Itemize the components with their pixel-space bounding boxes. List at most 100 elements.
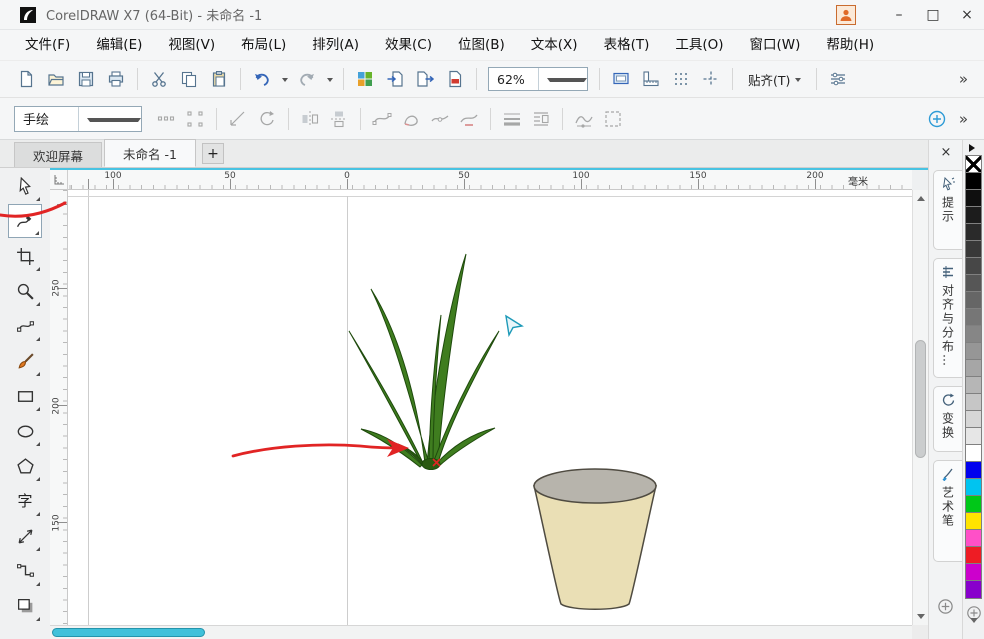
options-button[interactable] bbox=[824, 65, 852, 93]
redo-dropdown[interactable] bbox=[323, 65, 336, 93]
app-launcher-button[interactable] bbox=[351, 65, 379, 93]
close-button[interactable]: × bbox=[950, 0, 984, 30]
wrap-text-button[interactable] bbox=[528, 106, 554, 132]
palette-swatch[interactable] bbox=[966, 513, 981, 530]
toolbar-overflow-button[interactable]: » bbox=[953, 70, 974, 88]
angle-of-rotation-button[interactable] bbox=[254, 106, 280, 132]
close-curve-button[interactable] bbox=[398, 106, 424, 132]
menu-table[interactable]: 表格(T) bbox=[591, 30, 663, 60]
new-tab-button[interactable]: + bbox=[202, 143, 224, 164]
docker-tab-hints[interactable]: 提示 bbox=[933, 170, 962, 250]
scroll-down-button[interactable] bbox=[913, 609, 929, 625]
redo-button[interactable] bbox=[293, 65, 321, 93]
vertical-scrollbar[interactable] bbox=[912, 190, 928, 625]
palette-swatch[interactable] bbox=[966, 309, 981, 326]
palette-swatch[interactable] bbox=[966, 428, 981, 445]
menu-help[interactable]: 帮助(H) bbox=[813, 30, 887, 60]
palette-swatch[interactable] bbox=[966, 258, 981, 275]
export-button[interactable] bbox=[411, 65, 439, 93]
tool-crop[interactable] bbox=[8, 239, 42, 273]
scroll-up-button[interactable] bbox=[913, 190, 929, 206]
tool-shape-edit[interactable] bbox=[8, 309, 42, 343]
zoom-dropdown-button[interactable] bbox=[538, 68, 588, 90]
publish-pdf-button[interactable] bbox=[441, 65, 469, 93]
tab-untitled-1[interactable]: 未命名 -1 bbox=[104, 139, 196, 167]
palette-swatch[interactable] bbox=[966, 496, 981, 513]
tool-drop-shadow[interactable] bbox=[8, 589, 42, 623]
plant-drawing[interactable] bbox=[349, 254, 499, 470]
toolbox-customize-button[interactable] bbox=[8, 631, 42, 639]
tool-zoom[interactable] bbox=[8, 274, 42, 308]
palette-swatch[interactable] bbox=[966, 581, 981, 598]
horizontal-scrollbar[interactable] bbox=[50, 625, 912, 639]
preset-dropdown-button[interactable] bbox=[78, 107, 142, 131]
tool-artistic-media[interactable] bbox=[8, 344, 42, 378]
menu-text[interactable]: 文本(X) bbox=[518, 30, 591, 60]
copy-button[interactable] bbox=[175, 65, 203, 93]
palette-swatch[interactable] bbox=[966, 190, 981, 207]
tool-pick[interactable] bbox=[8, 169, 42, 203]
menu-layout[interactable]: 布局(L) bbox=[228, 30, 299, 60]
vertical-ruler[interactable]: 250 200 150 bbox=[50, 190, 68, 625]
vertical-scroll-thumb[interactable] bbox=[915, 340, 926, 458]
freehand-curve-button[interactable] bbox=[369, 106, 395, 132]
palette-swatch[interactable] bbox=[966, 292, 981, 309]
object-position-button[interactable] bbox=[153, 106, 179, 132]
tool-rectangle[interactable] bbox=[8, 379, 42, 413]
tool-polygon[interactable] bbox=[8, 449, 42, 483]
tool-parallel-dimension[interactable] bbox=[8, 519, 42, 553]
palette-swatch[interactable] bbox=[966, 207, 981, 224]
scale-factor-button[interactable] bbox=[225, 106, 251, 132]
menu-arrange[interactable]: 排列(A) bbox=[299, 30, 372, 60]
palette-scroll-down-button[interactable] bbox=[970, 623, 978, 637]
propbar-overflow-button[interactable]: » bbox=[953, 110, 974, 128]
reduce-nodes-button[interactable] bbox=[456, 106, 482, 132]
new-document-button[interactable] bbox=[12, 65, 40, 93]
palette-swatch-none[interactable] bbox=[966, 156, 981, 173]
horizontal-ruler[interactable]: 100 50 0 50 100 150 200 毫米 bbox=[68, 170, 912, 190]
horizontal-scroll-thumb[interactable] bbox=[52, 628, 205, 637]
paste-button[interactable] bbox=[205, 65, 233, 93]
open-button[interactable] bbox=[42, 65, 70, 93]
drawing-canvas[interactable] bbox=[68, 190, 912, 625]
full-screen-preview-button[interactable] bbox=[607, 65, 635, 93]
menu-window[interactable]: 窗口(W) bbox=[737, 30, 814, 60]
palette-swatch[interactable] bbox=[966, 547, 981, 564]
palette-swatch[interactable] bbox=[966, 343, 981, 360]
menu-bitmaps[interactable]: 位图(B) bbox=[445, 30, 518, 60]
menu-effects[interactable]: 效果(C) bbox=[372, 30, 445, 60]
docker-tab-artistic-media[interactable]: 艺术笔 bbox=[933, 460, 962, 562]
docker-tab-align-distribute[interactable]: 对齐与分布… bbox=[933, 258, 962, 378]
palette-swatch[interactable] bbox=[966, 360, 981, 377]
show-guidelines-button[interactable] bbox=[697, 65, 725, 93]
ruler-origin-corner[interactable] bbox=[50, 170, 68, 190]
palette-swatch[interactable] bbox=[966, 530, 981, 547]
freehand-smoothing-button[interactable] bbox=[571, 106, 597, 132]
docker-close-button[interactable]: × bbox=[929, 145, 963, 160]
print-button[interactable] bbox=[102, 65, 130, 93]
save-button[interactable] bbox=[72, 65, 100, 93]
undo-dropdown[interactable] bbox=[278, 65, 291, 93]
cut-button[interactable] bbox=[145, 65, 173, 93]
palette-swatch[interactable] bbox=[966, 326, 981, 343]
show-rulers-button[interactable] bbox=[637, 65, 665, 93]
menu-file[interactable]: 文件(F) bbox=[12, 30, 83, 60]
palette-swatch[interactable] bbox=[966, 377, 981, 394]
palette-swatch[interactable] bbox=[966, 275, 981, 292]
tool-connector[interactable] bbox=[8, 554, 42, 588]
palette-swatch[interactable] bbox=[966, 445, 981, 462]
palette-swatch[interactable] bbox=[966, 479, 981, 496]
palette-swatch[interactable] bbox=[966, 411, 981, 428]
import-button[interactable] bbox=[381, 65, 409, 93]
tool-text[interactable]: 字 bbox=[8, 484, 42, 518]
show-grid-button[interactable] bbox=[667, 65, 695, 93]
tool-preset-combobox[interactable]: 手绘 bbox=[14, 106, 142, 132]
box-select-button[interactable] bbox=[600, 106, 626, 132]
tool-freehand[interactable] bbox=[8, 204, 42, 238]
palette-swatch[interactable] bbox=[966, 394, 981, 411]
palette-swatch[interactable] bbox=[966, 224, 981, 241]
undo-button[interactable] bbox=[248, 65, 276, 93]
menu-tools[interactable]: 工具(O) bbox=[662, 30, 736, 60]
snap-dropdown[interactable]: 贴齐(T) bbox=[740, 66, 809, 92]
menu-view[interactable]: 视图(V) bbox=[155, 30, 228, 60]
